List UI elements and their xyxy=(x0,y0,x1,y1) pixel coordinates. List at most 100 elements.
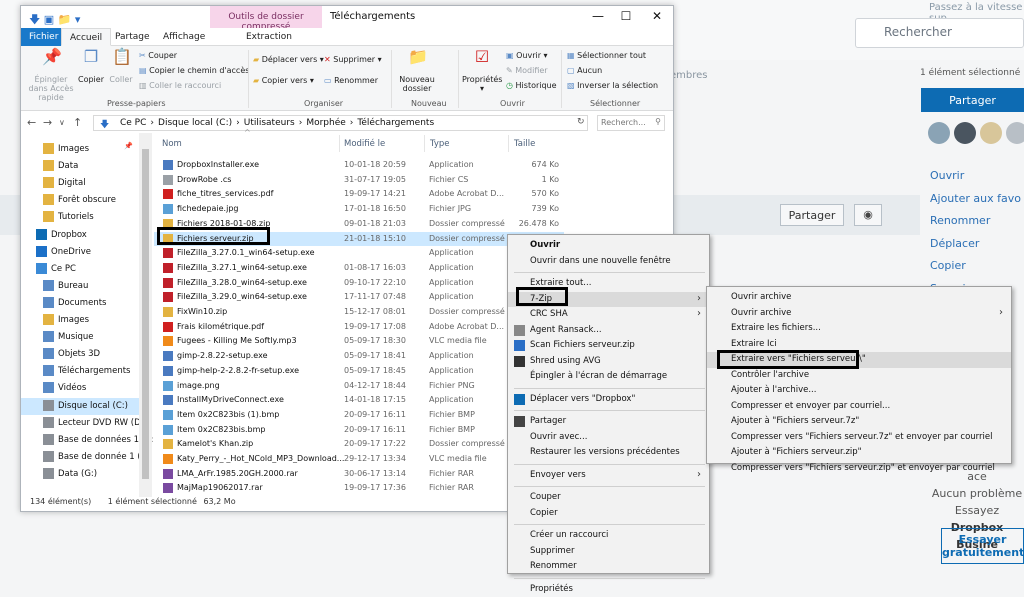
back-arrow-icon[interactable]: ← xyxy=(27,116,36,129)
open-button[interactable]: ▣ Ouvrir ▾ xyxy=(506,51,548,60)
recent-locations-icon[interactable]: ∨ xyxy=(59,118,65,127)
column-divider[interactable] xyxy=(508,135,509,152)
invert-selection-button[interactable]: ▧ Inverser la sélection xyxy=(567,81,658,90)
menu-item[interactable]: Ouvrir avec... xyxy=(508,430,709,446)
tab-extraction[interactable]: Extraction xyxy=(238,28,300,46)
menu-item[interactable]: Ajouter à l'archive... xyxy=(707,383,1011,399)
menu-item[interactable]: CRC SHA› xyxy=(508,307,709,323)
menu-item[interactable]: Extraire les fichiers... xyxy=(707,321,1011,337)
cut-button[interactable]: ✂ Couper xyxy=(139,51,177,60)
table-row[interactable]: MajMap19062017.rar19-09-17 17:36Fichier … xyxy=(154,481,564,496)
breadcrumb-item[interactable]: Disque local (C:) xyxy=(158,118,232,128)
nav-item[interactable]: Téléchargements xyxy=(21,363,139,380)
select-none-button[interactable]: ▢ Aucun xyxy=(567,66,602,75)
table-row[interactable]: fiche_titres_services.pdf19-09-17 14:21A… xyxy=(154,187,564,202)
nav-item[interactable]: Base de donnée 1 (F:) xyxy=(21,449,139,466)
nav-item[interactable]: Lecteur DVD RW (D:) xyxy=(21,415,139,432)
menu-item[interactable]: Contrôler l'archive xyxy=(707,368,1011,384)
menu-item[interactable]: Ajouter à "Fichiers serveur.7z" xyxy=(707,414,1011,430)
select-all-button[interactable]: ▦ Sélectionner tout xyxy=(567,51,646,60)
menu-item[interactable]: Ouvrir dans une nouvelle fenêtre xyxy=(508,254,709,270)
menu-item[interactable]: Déplacer vers "Dropbox" xyxy=(508,392,709,408)
new-folder-button[interactable]: 📁Nouveau dossier xyxy=(395,52,439,93)
menu-item[interactable]: Compresser et envoyer par courriel... xyxy=(707,399,1011,415)
menu-item[interactable]: Couper xyxy=(508,490,709,506)
nav-item[interactable]: OneDrive xyxy=(21,244,139,261)
side-action-4[interactable]: Copier xyxy=(930,255,1021,278)
refresh-icon[interactable]: ↻ xyxy=(577,117,585,127)
nav-item[interactable]: Images xyxy=(21,141,139,158)
table-row[interactable]: image.png04-12-17 18:44Fichier PNG xyxy=(154,379,564,394)
side-action-0[interactable]: Ouvrir xyxy=(930,165,1021,188)
paste-shortcut-button[interactable]: ▥ Coller le raccourci xyxy=(139,81,221,90)
nav-item[interactable]: Ce PC xyxy=(21,261,139,278)
close-button[interactable]: ✕ xyxy=(645,9,669,27)
column-size[interactable]: Taille xyxy=(514,135,535,152)
row-share-button[interactable]: Partager xyxy=(780,204,844,226)
pin-quick-access-button[interactable]: 📌Épingler dans Accès rapide xyxy=(25,52,77,102)
rename-button[interactable]: ▭ Renommer xyxy=(324,76,378,85)
side-action-1[interactable]: Ajouter aux favo xyxy=(930,188,1021,211)
side-action-3[interactable]: Déplacer xyxy=(930,233,1021,256)
table-row[interactable]: InstallMyDriveConnect.exe14-01-18 17:15A… xyxy=(154,393,564,408)
nav-item[interactable]: Forêt obscure xyxy=(21,192,139,209)
dropbox-share-button[interactable]: Partager xyxy=(921,88,1024,112)
column-name[interactable]: Nom xyxy=(162,135,182,152)
dropbox-search-input[interactable]: Rechercher xyxy=(855,18,1024,48)
menu-item[interactable]: Ouvrir xyxy=(508,238,709,254)
up-arrow-icon[interactable]: ↑ xyxy=(73,116,82,129)
tab-view[interactable]: Affichage xyxy=(155,28,213,46)
try-free-button[interactable]: Essayer gratuitement xyxy=(941,528,1024,564)
nav-item[interactable]: Base de données 1 (E:) xyxy=(21,432,139,449)
tab-home[interactable]: Accueil xyxy=(61,28,111,46)
search-input[interactable]: Recherch...⚲ xyxy=(597,115,665,131)
history-button[interactable]: ◷ Historique xyxy=(506,81,557,90)
nav-item[interactable]: Images xyxy=(21,312,139,329)
properties-button[interactable]: ☑Propriétés ▾ xyxy=(462,52,502,93)
nav-item[interactable]: Documents xyxy=(21,295,139,312)
nav-item[interactable]: Data (G:) xyxy=(21,466,139,483)
nav-item[interactable]: Objets 3D xyxy=(21,346,139,363)
table-row[interactable]: Katy_Perry_-_Hot_NCold_MP3_Download...29… xyxy=(154,452,564,467)
breadcrumb-item[interactable]: Utilisateurs xyxy=(244,118,295,128)
nav-item[interactable]: Data xyxy=(21,158,139,175)
upgrade-promo-link[interactable]: Passez à la vitesse sup xyxy=(905,0,1024,16)
table-row[interactable]: gimp-2.8.22-setup.exe05-09-17 18:41Appli… xyxy=(154,349,564,364)
table-row[interactable]: FileZilla_3.27.1_win64-setup.exe01-08-17… xyxy=(154,261,564,276)
table-row[interactable]: LMA_ArFr.1985.20GH.2000.rar30-06-17 13:1… xyxy=(154,467,564,482)
column-divider[interactable] xyxy=(339,135,340,152)
address-bar[interactable]: 🡇Ce PC›Disque local (C:)›Utilisateurs›Mo… xyxy=(93,115,588,131)
table-row[interactable]: Fugees - Killing Me Softly.mp305-09-17 1… xyxy=(154,334,564,349)
menu-item[interactable]: Supprimer xyxy=(508,544,709,560)
eye-icon[interactable]: ◉ xyxy=(854,204,882,226)
menu-item[interactable]: Envoyer vers› xyxy=(508,468,709,484)
menu-item[interactable]: Créer un raccourci xyxy=(508,528,709,544)
table-row[interactable]: gimp-help-2-2.8.2-fr-setup.exe05-09-17 1… xyxy=(154,364,564,379)
table-row[interactable]: FileZilla_3.27.0.1_win64-setup.exeApplic… xyxy=(154,246,564,261)
nav-item[interactable]: Disque local (C:) xyxy=(21,398,139,415)
nav-item[interactable]: Digital xyxy=(21,175,139,192)
menu-item[interactable]: Compresser vers "Fichiers serveur.7z" et… xyxy=(707,430,1011,446)
menu-item[interactable]: Restaurer les versions précédentes xyxy=(508,445,709,461)
menu-item[interactable]: Ouvrir archive xyxy=(707,290,1011,306)
table-row[interactable]: Item 0x2C823bis (1).bmp20-09-17 16:11Fic… xyxy=(154,408,564,423)
menu-item[interactable]: Copier xyxy=(508,506,709,522)
menu-item[interactable]: Compresser vers "Fichiers serveur.zip" e… xyxy=(707,461,1011,477)
breadcrumb-item[interactable]: Téléchargements xyxy=(357,118,434,128)
table-row[interactable]: DropboxInstaller.exe10-01-18 20:59Applic… xyxy=(154,158,564,173)
scrollbar-thumb[interactable] xyxy=(142,149,149,479)
menu-item[interactable]: Ajouter à "Fichiers serveur.zip" xyxy=(707,445,1011,461)
column-type[interactable]: Type xyxy=(430,135,450,152)
nav-item[interactable]: Bureau xyxy=(21,278,139,295)
move-to-button[interactable]: ▰ Déplacer vers ▾ xyxy=(253,55,324,64)
menu-item[interactable]: Renommer xyxy=(508,559,709,575)
table-row[interactable]: FixWin10.zip15-12-17 08:01Dossier compre… xyxy=(154,305,564,320)
column-divider[interactable] xyxy=(424,135,425,152)
delete-button[interactable]: ✕ Supprimer ▾ xyxy=(324,55,382,64)
table-row[interactable]: Frais kilométrique.pdf19-09-17 17:08Adob… xyxy=(154,320,564,335)
side-action-2[interactable]: Renommer xyxy=(930,210,1021,233)
breadcrumb-item[interactable]: Morphée xyxy=(306,118,345,128)
table-row[interactable]: Kamelot's Khan.zip20-09-17 17:22Dossier … xyxy=(154,437,564,452)
table-row[interactable]: DrowRobe .cs31-07-17 19:05Fichier CS1 Ko xyxy=(154,173,564,188)
compressed-tools-tab[interactable]: Outils de dossier compressé xyxy=(210,6,322,28)
